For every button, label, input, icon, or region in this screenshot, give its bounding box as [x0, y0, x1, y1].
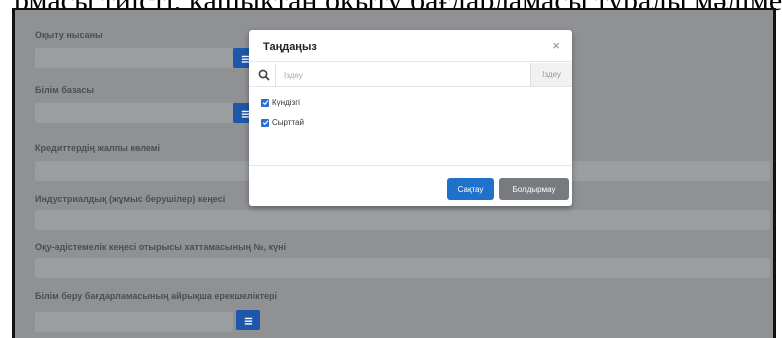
label-total-credits: Кредиттердің жалпы көлемі: [35, 143, 160, 153]
checkbox-correspondence[interactable]: [261, 118, 269, 127]
methodical-council-protocol-field[interactable]: [35, 258, 770, 278]
label-program-features: Білім беру бағдарламасының айрықша ерекш…: [35, 291, 278, 301]
cancel-button[interactable]: Болдырмау: [499, 178, 569, 200]
search-icon: [258, 69, 270, 81]
select-modal: Таңдаңыз × Іздеу Күндізгі: [249, 30, 572, 206]
save-button[interactable]: Сақтау: [447, 178, 494, 200]
program-features-field[interactable]: [35, 312, 233, 332]
option-label-correspondence: Сырттай: [272, 118, 304, 127]
search-button[interactable]: Іздеу: [530, 63, 572, 86]
program-features-select-button[interactable]: [236, 310, 260, 330]
label-methodical-council-protocol: Оқу-әдістемелік кеңесі отырысы хаттамасы…: [35, 242, 287, 252]
education-base-field[interactable]: [35, 103, 233, 123]
modal-header: Таңдаңыз ×: [249, 30, 572, 62]
modal-footer-divider: [249, 165, 572, 166]
option-correspondence[interactable]: Сырттай: [261, 118, 304, 127]
search-row: Іздеу: [249, 63, 572, 87]
option-full-time[interactable]: Күндізгі: [261, 98, 300, 107]
check-icon: [262, 100, 268, 106]
close-icon[interactable]: ×: [552, 39, 560, 52]
list-icon: [244, 317, 252, 325]
modal-title: Таңдаңыз: [263, 41, 317, 53]
checkbox-full-time[interactable]: [261, 98, 269, 107]
label-study-form: Оқыту нысаны: [35, 30, 103, 40]
study-form-field[interactable]: [35, 48, 233, 68]
option-label-full-time: Күндізгі: [272, 98, 300, 107]
label-industrial-council: Индустриалдық (жұмыс берушілер) кеңесі: [35, 194, 226, 204]
search-input[interactable]: [275, 64, 529, 86]
check-icon: [262, 120, 268, 126]
screen-frame: Оқыту нысаны Білім базасы Кредиттердің ж…: [12, 8, 776, 338]
industrial-council-field[interactable]: [35, 210, 770, 230]
label-education-base: Білім базасы: [35, 85, 95, 95]
form-page-overlay: Оқыту нысаны Білім базасы Кредиттердің ж…: [15, 10, 773, 338]
